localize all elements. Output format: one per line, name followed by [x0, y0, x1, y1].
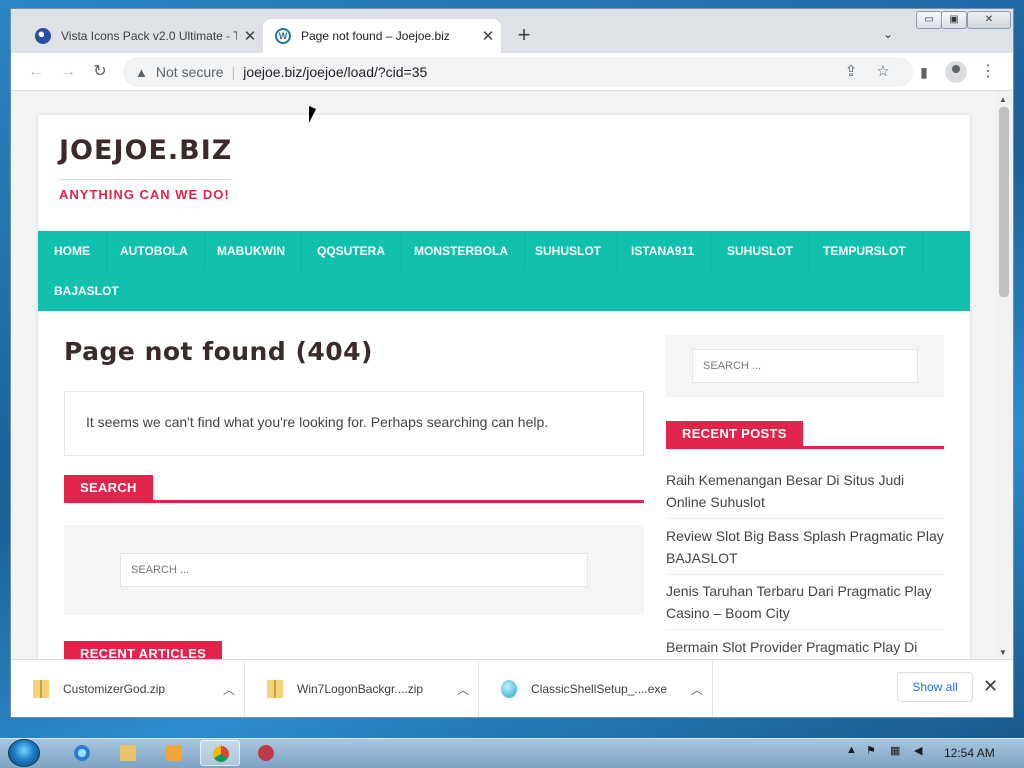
- side-panel-icon[interactable]: ▮: [913, 61, 935, 83]
- gear-icon: [258, 745, 274, 761]
- site-tagline: ANYTHING CAN WE DO!: [59, 187, 230, 202]
- download-filename: Win7LogonBackgr....zip: [297, 682, 424, 696]
- nav-item[interactable]: SUHUSLOT: [519, 231, 618, 271]
- download-bar: CustomizerGod.zip ︿ Win7LogonBackgr....z…: [11, 659, 1013, 717]
- tab-close-icon[interactable]: ✕: [237, 27, 263, 45]
- nav-item[interactable]: MABUKWIN: [201, 231, 302, 271]
- taskbar-chrome[interactable]: [200, 740, 240, 766]
- mouse-cursor: [309, 106, 316, 123]
- download-filename: ClassicShellSetup_....exe: [531, 682, 668, 696]
- recent-post-link[interactable]: Review Slot Big Bass Splash Pragmatic Pl…: [666, 525, 944, 575]
- close-window-button[interactable]: ✕: [967, 11, 1011, 29]
- sidebar-search-input[interactable]: SEARCH ...: [692, 349, 918, 383]
- zip-file-icon: [33, 680, 49, 698]
- shell-setup-icon: [501, 680, 517, 698]
- new-tab-button[interactable]: +: [511, 23, 537, 49]
- download-item[interactable]: ClassicShellSetup_....exe ︿: [479, 660, 713, 717]
- share-icon[interactable]: ⇪: [841, 62, 861, 82]
- network-icon[interactable]: ▦: [890, 744, 900, 757]
- tab-close-icon[interactable]: ✕: [475, 27, 501, 45]
- folder-icon: [120, 745, 136, 761]
- warning-icon[interactable]: ▲: [135, 65, 148, 80]
- browser-toolbar: ← → ↻ ▲ Not secure | joejoe.biz/joejoe/l…: [11, 53, 1013, 91]
- minimize-button[interactable]: ▭: [916, 11, 942, 29]
- chrome-icon: [213, 746, 229, 762]
- section-label: RECENT ARTICLES: [64, 641, 223, 659]
- nav-item[interactable]: ISTANA911: [615, 231, 712, 271]
- not-found-notice: It seems we can't find what you're looki…: [64, 391, 644, 456]
- recent-post-link[interactable]: Jenis Taruhan Terbaru Dari Pragmatic Pla…: [666, 580, 944, 630]
- scroll-down-icon[interactable]: ▼: [999, 648, 1007, 657]
- taskbar-media-player[interactable]: [154, 740, 194, 766]
- recent-articles-header: RECENT ARTICLES: [64, 641, 644, 659]
- taskbar-internet-explorer[interactable]: [62, 740, 102, 766]
- nav-item[interactable]: AUTOBOLA: [104, 231, 205, 271]
- download-filename: CustomizerGod.zip: [63, 682, 166, 696]
- wordpress-icon: W: [275, 28, 291, 44]
- page-scrollbar[interactable]: ▲ ▼: [995, 91, 1013, 659]
- scroll-up-icon[interactable]: ▲: [999, 95, 1007, 104]
- taskbar-explorer[interactable]: [108, 740, 148, 766]
- bookmark-star-icon[interactable]: ☆: [873, 62, 893, 82]
- notice-text: It seems we can't find what you're looki…: [86, 414, 549, 430]
- address-separator: |: [231, 64, 236, 80]
- nav-item[interactable]: MONSTERBOLA: [398, 231, 525, 271]
- tab-vista-icons[interactable]: Vista Icons Pack v2.0 Ultimate - T ✕: [23, 19, 263, 53]
- nav-item[interactable]: QQSUTERA: [301, 231, 403, 271]
- profile-avatar[interactable]: [945, 61, 967, 83]
- scrollbar-thumb[interactable]: [999, 107, 1009, 297]
- section-label: RECENT POSTS: [666, 421, 803, 446]
- taskbar-customizer[interactable]: [246, 740, 286, 766]
- maximize-button[interactable]: ▣: [941, 11, 967, 29]
- recent-post-link[interactable]: Raih Kemenangan Besar Di Situs Judi Onli…: [666, 469, 944, 519]
- media-player-icon: [166, 745, 182, 761]
- chevron-up-icon[interactable]: ︿: [682, 681, 712, 698]
- globe-icon: [35, 28, 51, 44]
- search-input[interactable]: SEARCH ...: [120, 553, 588, 587]
- recent-post-link[interactable]: Bermain Slot Provider Pragmatic Play Di: [666, 636, 944, 659]
- download-item[interactable]: CustomizerGod.zip ︿: [11, 660, 245, 717]
- menu-dots-icon[interactable]: ⋮: [977, 61, 999, 83]
- tab-strip: Vista Icons Pack v2.0 Ultimate - T ✕ W P…: [11, 9, 1013, 53]
- download-item[interactable]: Win7LogonBackgr....zip ︿: [245, 660, 479, 717]
- tab-title: Vista Icons Pack v2.0 Ultimate - T: [61, 29, 237, 43]
- browser-window: Vista Icons Pack v2.0 Ultimate - T ✕ W P…: [10, 8, 1014, 718]
- site-brand[interactable]: JOEJOE.BIZ: [59, 135, 232, 166]
- tab-search-chevron-icon[interactable]: ⌄: [883, 27, 893, 41]
- back-arrow-icon[interactable]: ←: [25, 61, 47, 83]
- page-viewport: JOEJOE.BIZ ANYTHING CAN WE DO! HOME AUTO…: [11, 91, 995, 659]
- page-title: Page not found (404): [64, 337, 373, 366]
- tab-page-not-found[interactable]: W Page not found – Joejoe.biz ✕: [263, 19, 501, 53]
- search-section-header: SEARCH: [64, 475, 644, 503]
- site-container: JOEJOE.BIZ ANYTHING CAN WE DO! HOME AUTO…: [38, 115, 970, 659]
- nav-item[interactable]: TEMPURSLOT: [807, 231, 923, 271]
- internet-explorer-icon: [74, 745, 90, 761]
- sidebar-search-widget: SEARCH ...: [666, 335, 944, 397]
- chevron-up-icon[interactable]: ︿: [448, 681, 478, 698]
- taskbar-clock[interactable]: 12:54 AM: [944, 746, 995, 760]
- nav-item[interactable]: SUHUSLOT: [711, 231, 810, 271]
- volume-icon[interactable]: ◀: [914, 744, 922, 757]
- action-center-flag-icon[interactable]: ⚑: [866, 744, 876, 757]
- tab-title: Page not found – Joejoe.biz: [301, 29, 450, 43]
- nav-item[interactable]: BAJASLOT: [38, 271, 135, 311]
- zip-file-icon: [267, 680, 283, 698]
- forward-arrow-icon[interactable]: →: [57, 61, 79, 83]
- start-button[interactable]: [8, 739, 40, 767]
- chevron-up-icon[interactable]: ︿: [214, 681, 244, 698]
- address-bar[interactable]: ▲ Not secure | joejoe.biz/joejoe/load/?c…: [123, 57, 913, 87]
- url-text[interactable]: joejoe.biz/joejoe/load/?cid=35: [243, 64, 427, 80]
- section-label: SEARCH: [64, 475, 153, 500]
- close-download-bar-icon[interactable]: ✕: [983, 676, 998, 697]
- brand-divider: [59, 179, 231, 180]
- show-all-button[interactable]: Show all: [897, 672, 973, 702]
- recent-posts-header: RECENT POSTS: [666, 421, 944, 449]
- tray-overflow-icon[interactable]: ▲: [846, 744, 857, 756]
- search-widget: SEARCH ...: [64, 525, 644, 615]
- nav-item[interactable]: HOME: [38, 231, 107, 271]
- security-status[interactable]: Not secure: [156, 64, 224, 80]
- main-nav: HOME AUTOBOLA MABUKWIN QQSUTERA MONSTERB…: [38, 231, 970, 311]
- reload-icon[interactable]: ↻: [89, 61, 111, 83]
